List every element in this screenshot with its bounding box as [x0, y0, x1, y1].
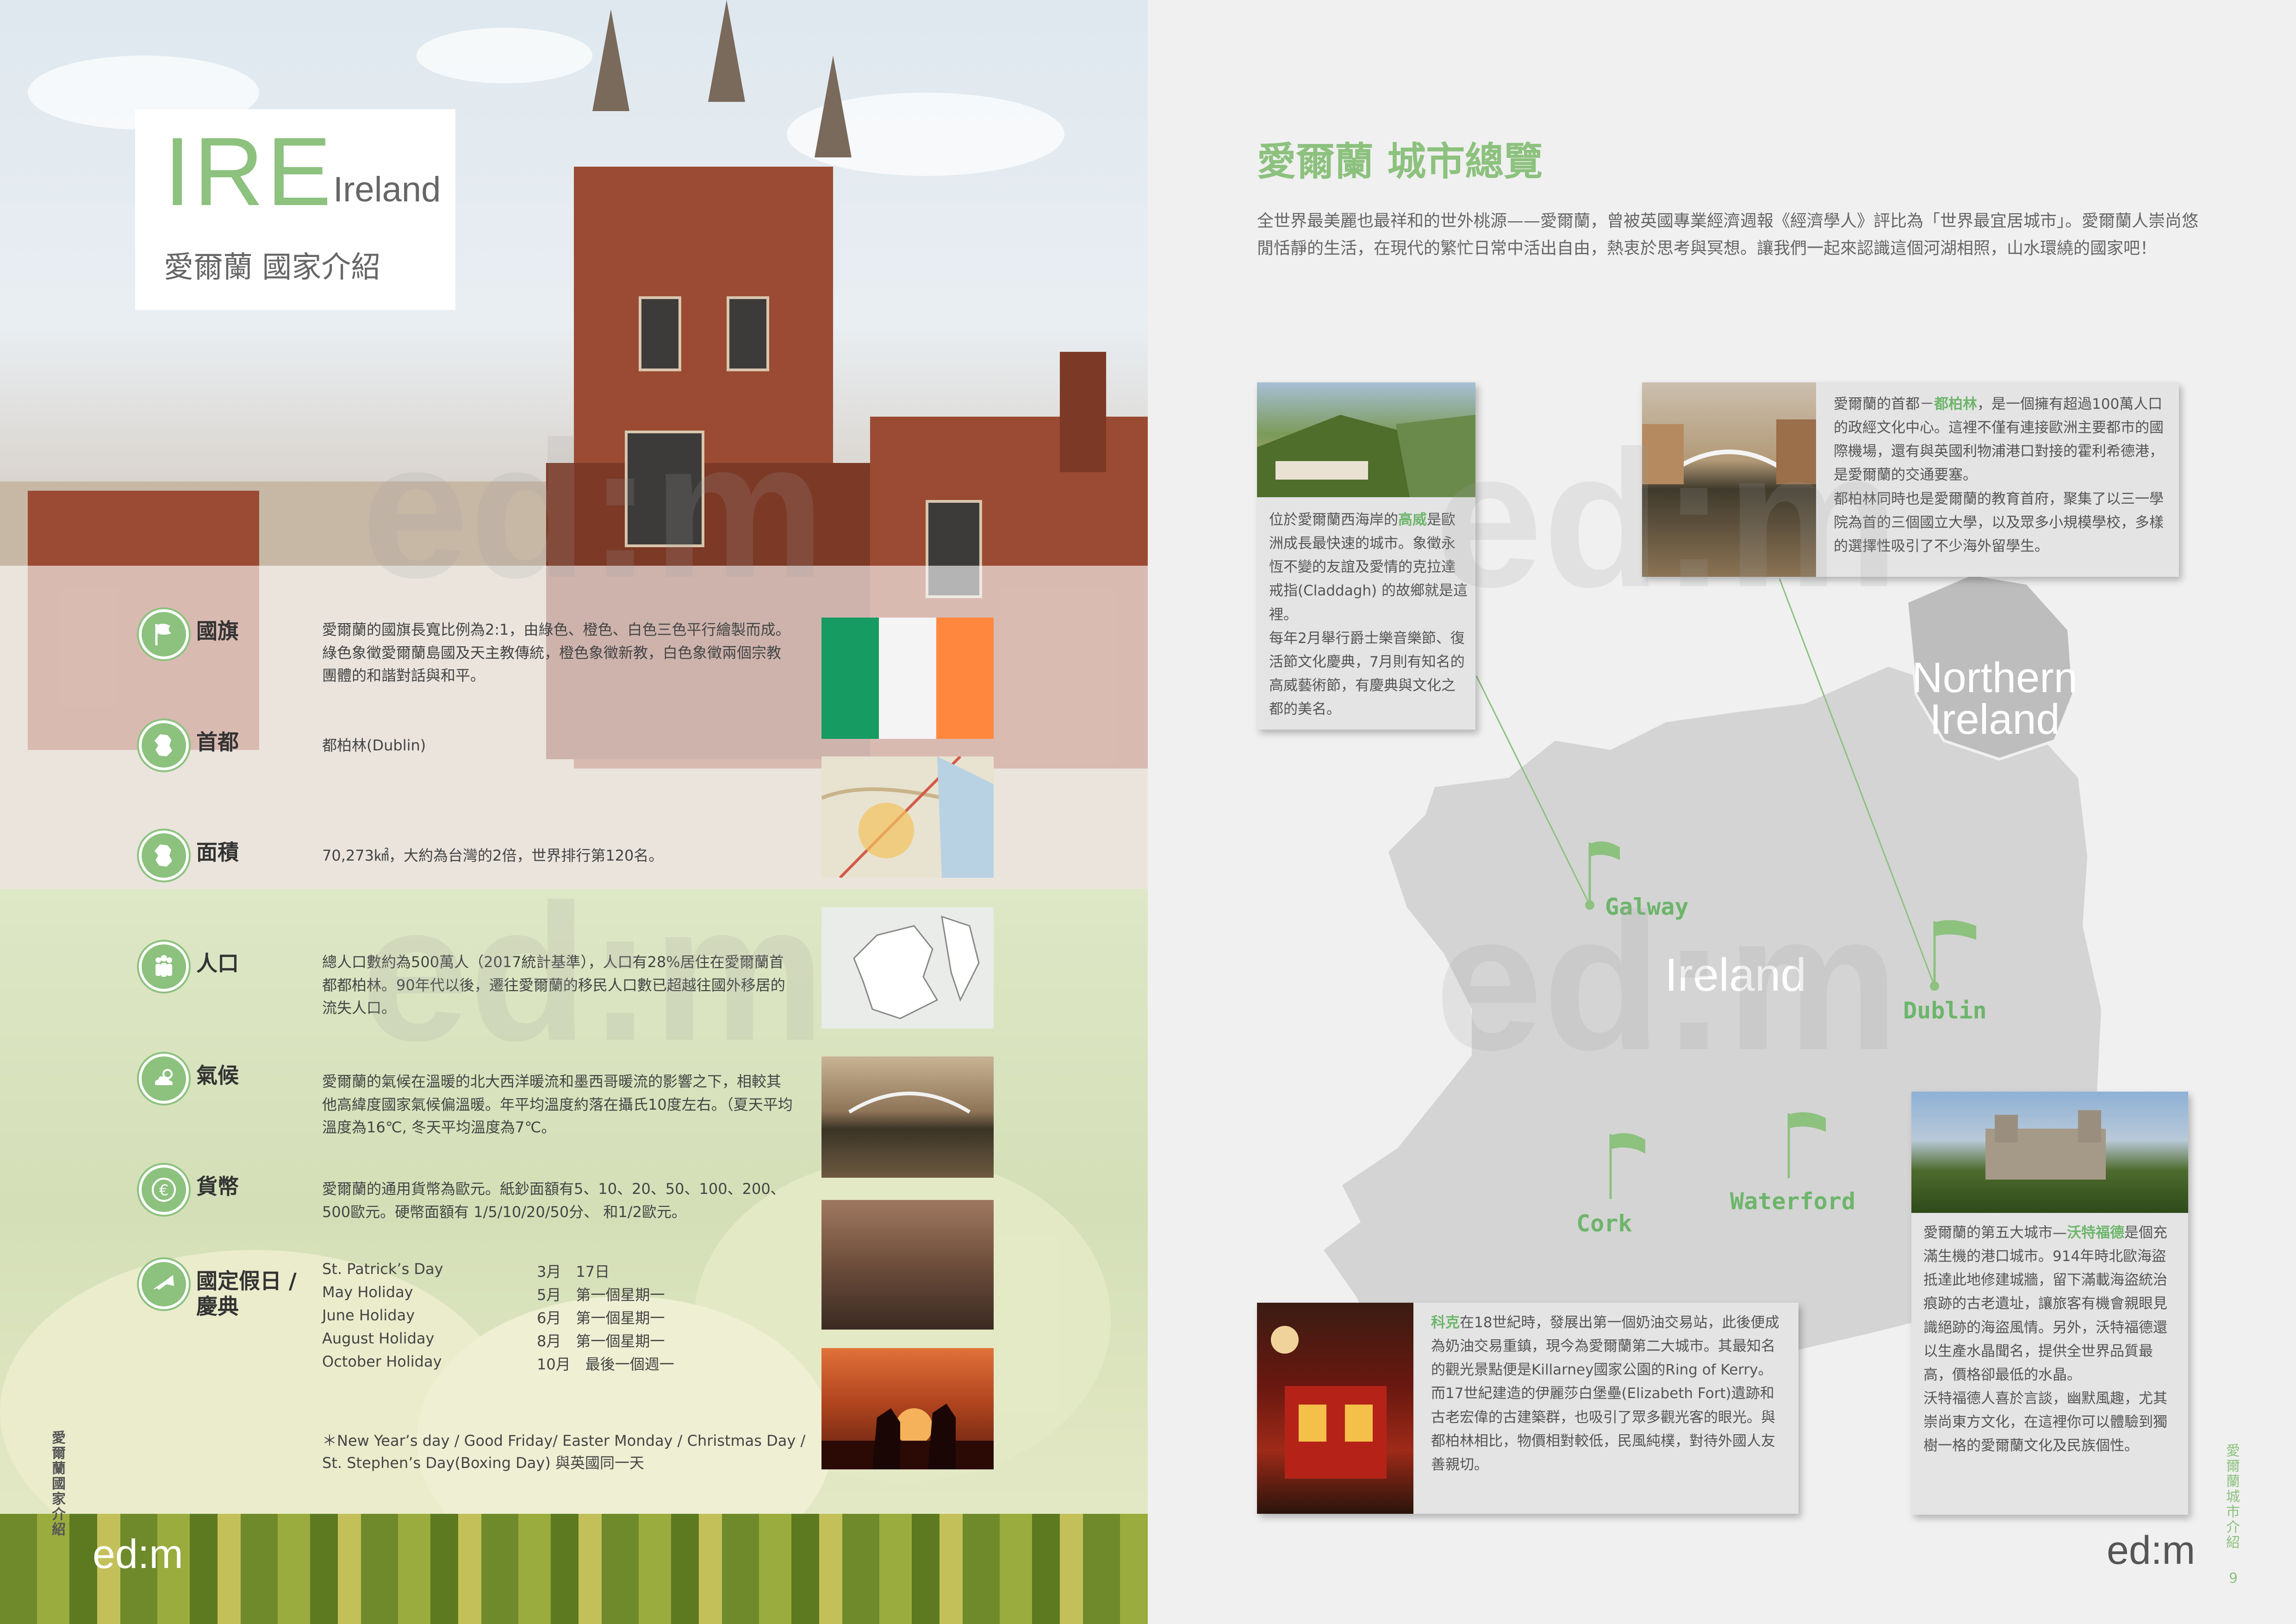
flag-icon [139, 609, 189, 659]
title-box: IRE Ireland 愛爾蘭 國家介紹 [135, 109, 455, 310]
castle-window [639, 296, 681, 371]
holiday-date: 10月 最後一個週一 [537, 1355, 674, 1373]
info-text: 愛爾蘭的通用貨幣為歐元。紙鈔面額有5、10、20、50、100、200、500歐… [322, 1180, 785, 1221]
city-name-highlight: 科克 [1431, 1314, 1460, 1331]
section-side-label: 愛爾蘭國家介紹 [52, 1430, 66, 1538]
city-label-waterford: Waterford [1730, 1188, 1855, 1215]
ireland-map-image [821, 907, 994, 1029]
info-label: 貨幣 [196, 1174, 239, 1199]
section-side-label: 愛爾蘭城市介紹 [2226, 1443, 2240, 1551]
holiday-date: 3月 17日 [537, 1263, 610, 1280]
cloud-shape [417, 28, 592, 83]
weather-icon [139, 1054, 189, 1104]
info-row-holidays: 國定假日 / 慶典 St. Patrick’s Day 3月 17日 May H… [139, 1259, 824, 1412]
country-code: IRE [164, 117, 335, 226]
city-label-cork: Cork [1576, 1210, 1632, 1237]
edm-watermark: ed:m [361, 401, 826, 618]
info-label: 氣候 [196, 1063, 239, 1088]
card-text-span: 而17世紀建造的伊麗莎白堡壘(Elizabeth Fort)遺跡和古老宏偉的古建… [1431, 1385, 1775, 1473]
waterford-text: 愛爾蘭的第五大城市—沃特福德是個充滿生機的港口城市。914年時北歐海盜抵達此地修… [1923, 1221, 2178, 1458]
holiday-name: May Holiday [322, 1283, 413, 1301]
tower-spire [815, 56, 852, 157]
right-page: 愛爾蘭 城市總覽 全世界最美麗也最祥和的世外桃源——愛爾蘭，曾被英國專業經濟週報… [1148, 0, 2296, 1624]
edm-watermark: ed:m [1435, 874, 1899, 1091]
city-name-highlight: 高威 [1398, 512, 1427, 528]
ireland-island-icon [139, 831, 189, 881]
irish-flag-image [821, 618, 994, 739]
holiday-date: 6月 第一個星期一 [537, 1309, 665, 1327]
holiday-date: 5月 第一個星期一 [537, 1286, 665, 1304]
dublin-bridge-image [821, 1056, 994, 1178]
edm-logo: ed:m [2107, 1528, 2196, 1573]
info-label: 首都 [196, 730, 239, 755]
holiday-name: St. Patrick’s Day [322, 1260, 443, 1278]
info-text: 愛爾蘭的國旗長寬比例為2:1，由綠色、橙色、白色三色平行繪製而成。綠色象徵愛爾蘭… [322, 621, 790, 685]
cork-card: 科克在18世紀時，發展出第一個奶油交易站，此後便成為奶油交易重鎮，現今為愛爾蘭第… [1257, 1303, 1798, 1514]
ireland-island-icon [139, 720, 189, 770]
cork-pub-image [1257, 1303, 1413, 1514]
card-text-span: 在18世紀時，發展出第一個奶油交易站，此後便成為奶油交易重鎮，現今為愛爾蘭第二大… [1431, 1314, 1780, 1379]
page-number: 9 [2229, 1570, 2238, 1587]
city-name-highlight: 都柏林 [1934, 396, 1977, 412]
tower-spire [708, 0, 745, 102]
chimney [1060, 352, 1106, 472]
card-text-span: 每年2月舉行爵士樂音樂節、復活節文化慶典，7月則有知名的高威藝術節，有慶典與文化… [1269, 630, 1465, 718]
tower-spire [592, 9, 629, 111]
euro-icon: € [139, 1165, 189, 1215]
card-text-span: 沃特福德人喜於言談，幽默風趣，尤其崇尚東方文化，在這裡你可以體驗到獨樹一格的愛爾… [1923, 1390, 2167, 1455]
people-icon [139, 942, 189, 992]
city-label-dublin: Dublin [1903, 997, 1987, 1024]
info-label: 國定假日 / 慶典 [196, 1268, 297, 1319]
edm-watermark: ed:m [1435, 411, 1899, 628]
info-label: 人口 [196, 951, 239, 976]
card-text-span: 是個充滿生機的港口城市。914年時北歐海盜抵達此地修建城牆，留下滿載海盜統治痕跡… [1923, 1224, 2167, 1383]
bugle-icon [139, 1259, 189, 1309]
edm-logo: ed:m [93, 1531, 183, 1577]
card-text-span: 位於愛爾蘭西海岸的 [1269, 512, 1398, 528]
holiday-date: 8月 第一個星期一 [537, 1332, 665, 1350]
holiday-name: August Holiday [322, 1330, 435, 1347]
dublin-street-image [821, 1200, 994, 1330]
info-label: 面積 [196, 840, 239, 865]
map-label-northern-ireland: Northern [1912, 654, 2078, 701]
holiday-name: June Holiday [322, 1306, 415, 1324]
left-page: IRE Ireland 愛爾蘭 國家介紹 國旗 愛爾蘭的國旗長寬比例為2:1，由… [0, 0, 1148, 1624]
holiday-name: October Holiday [322, 1353, 442, 1370]
map-label-northern-ireland: Ireland [1929, 696, 2060, 743]
info-label: 國旗 [196, 618, 239, 643]
edm-watermark: ed:m [361, 864, 826, 1081]
city-name-highlight: 沃特福德 [2067, 1224, 2124, 1241]
castle-window [727, 296, 769, 371]
svg-text:€: € [159, 1181, 168, 1199]
card-text-span: 愛爾蘭的第五大城市— [1923, 1224, 2067, 1241]
holiday-footnote: ＊New Year’s day / Good Friday/ Easter Mo… [322, 1432, 806, 1472]
country-name-en: Ireland [333, 170, 441, 209]
waterford-castle-image [1911, 1092, 2188, 1213]
waterford-card: 愛爾蘭的第五大城市—沃特福德是個充滿生機的港口城市。914年時北歐海盜抵達此地修… [1911, 1092, 2188, 1515]
bagpipers-image [821, 1348, 994, 1469]
page-title: 愛爾蘭 國家介紹 [164, 250, 381, 285]
cork-text: 科克在18世紀時，發展出第一個奶油交易站，此後便成為奶油交易重鎮，現今為愛爾蘭第… [1431, 1311, 1788, 1477]
info-text: 都柏林(Dublin) [322, 737, 426, 754]
dublin-map-image [821, 756, 994, 878]
brochure-spread: IRE Ireland 愛爾蘭 國家介紹 國旗 愛爾蘭的國旗長寬比例為2:1，由… [0, 0, 2296, 1624]
